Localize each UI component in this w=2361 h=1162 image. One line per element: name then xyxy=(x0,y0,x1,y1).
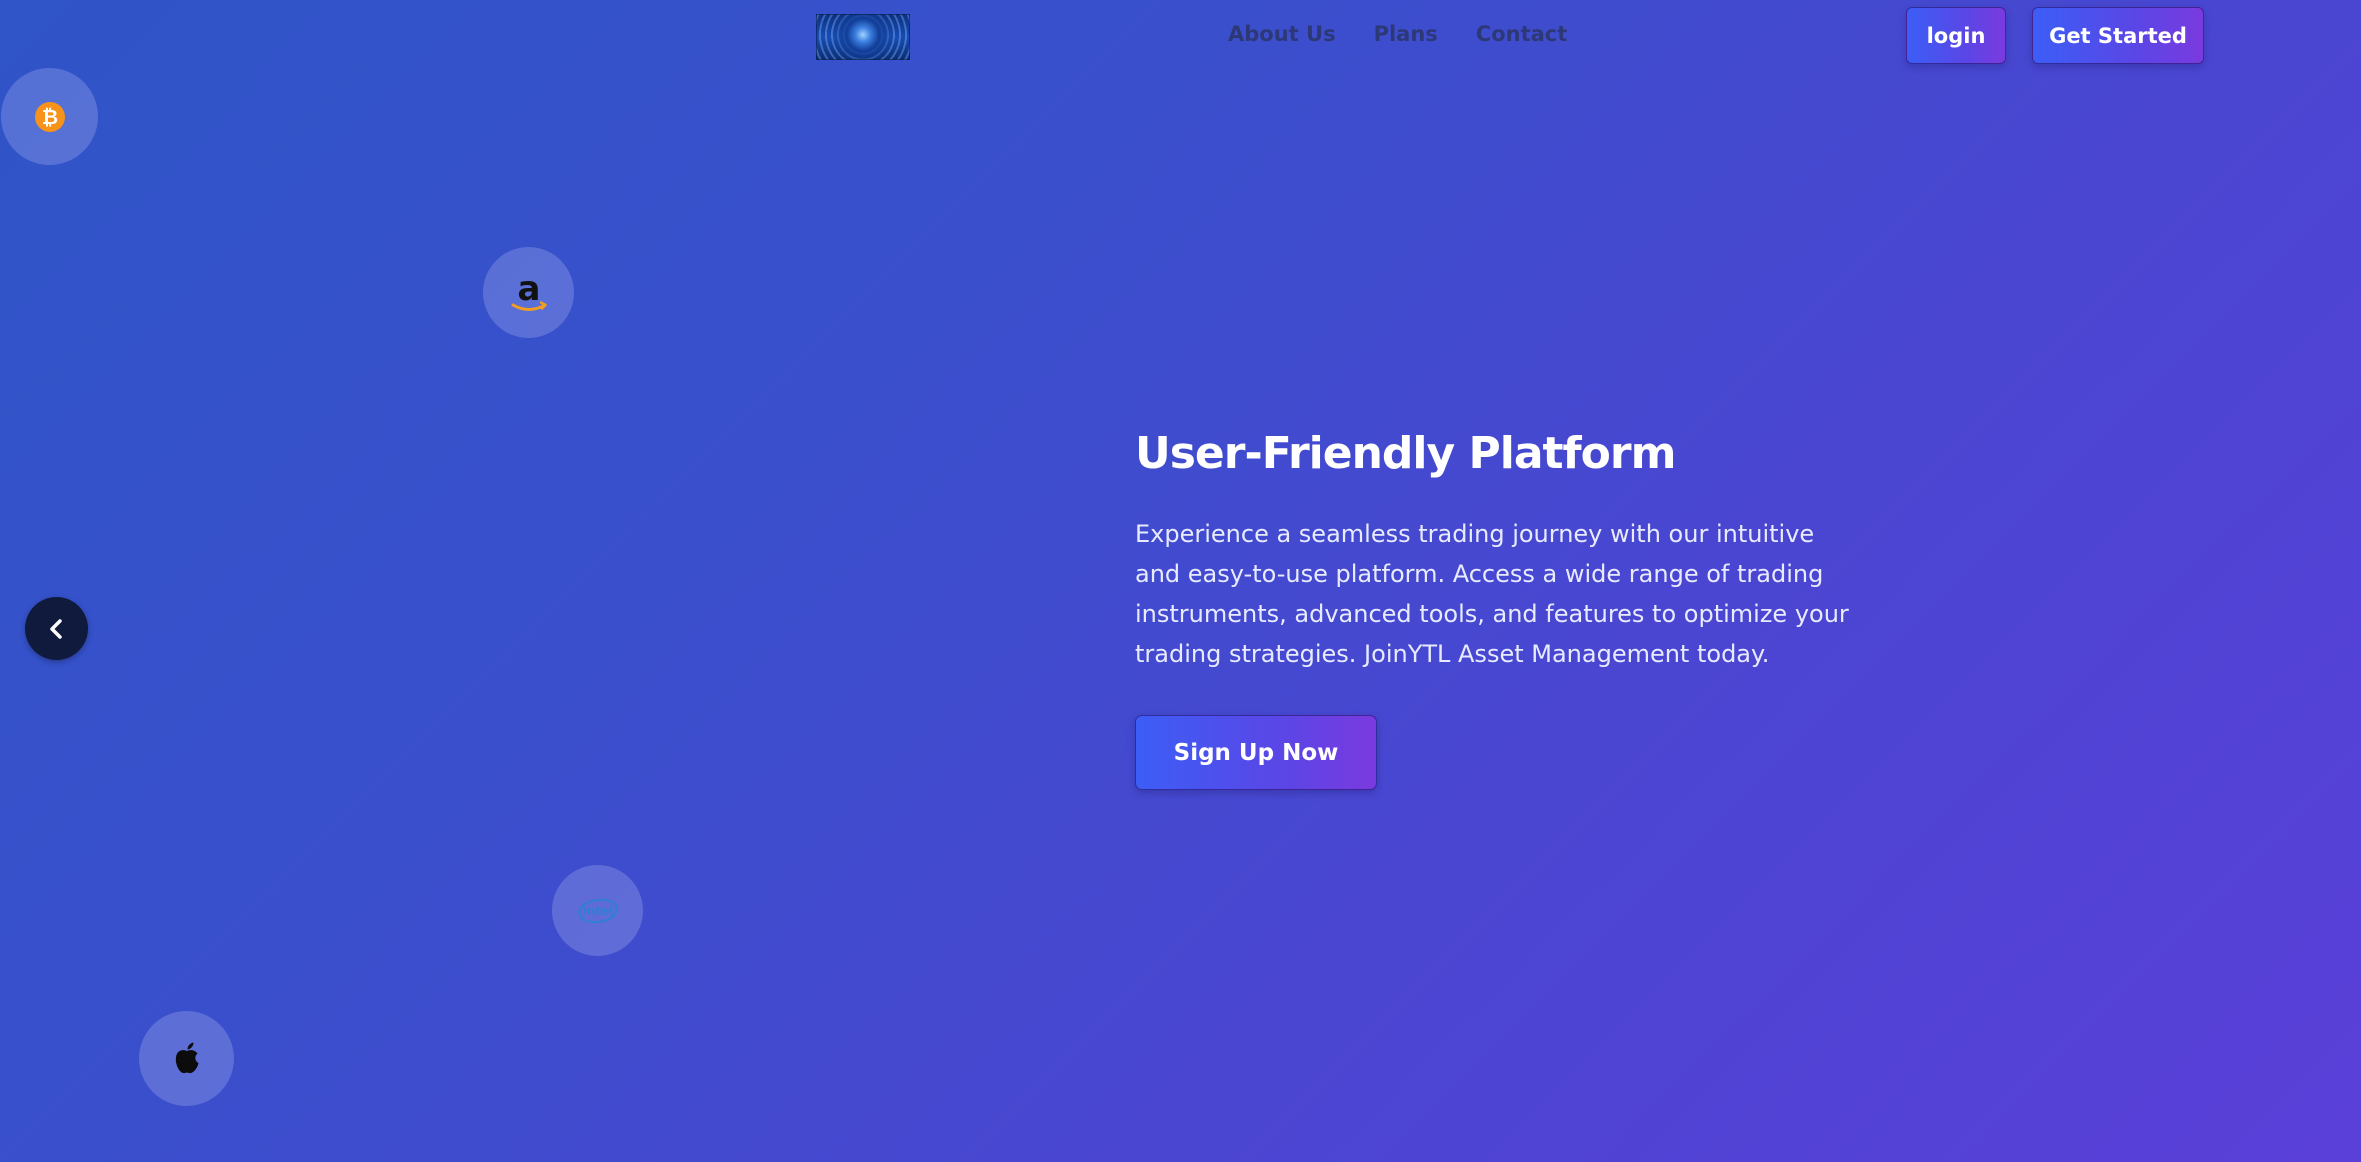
nav-plans[interactable]: Plans xyxy=(1374,22,1438,46)
chevron-left-icon xyxy=(49,618,62,639)
main-nav: About Us Plans Contact xyxy=(1228,22,1567,46)
bitcoin-icon: ₿ xyxy=(34,101,65,132)
svg-text:₿: ₿ xyxy=(41,105,57,129)
site-logo[interactable] xyxy=(816,14,910,60)
svg-text:intel: intel xyxy=(582,904,613,918)
svg-text:a: a xyxy=(517,269,540,309)
nav-about-us[interactable]: About Us xyxy=(1228,22,1336,46)
intel-badge: intel xyxy=(552,865,643,956)
nav-contact[interactable]: Contact xyxy=(1476,22,1568,46)
login-button[interactable]: login xyxy=(1906,7,2006,64)
hero-description: Experience a seamless trading journey wi… xyxy=(1135,520,1849,668)
amazon-badge: a xyxy=(483,247,574,338)
hero-title: User-Friendly Platform xyxy=(1135,428,1676,479)
bitcoin-badge: ₿ xyxy=(1,68,98,165)
get-started-button[interactable]: Get Started xyxy=(2032,7,2204,64)
amazon-icon: a xyxy=(511,269,547,311)
apple-icon xyxy=(175,1042,198,1073)
intel-icon: intel xyxy=(577,898,618,923)
carousel-prev-button[interactable] xyxy=(25,597,88,660)
apple-badge xyxy=(139,1011,234,1106)
sign-up-now-button[interactable]: Sign Up Now xyxy=(1135,715,1377,790)
